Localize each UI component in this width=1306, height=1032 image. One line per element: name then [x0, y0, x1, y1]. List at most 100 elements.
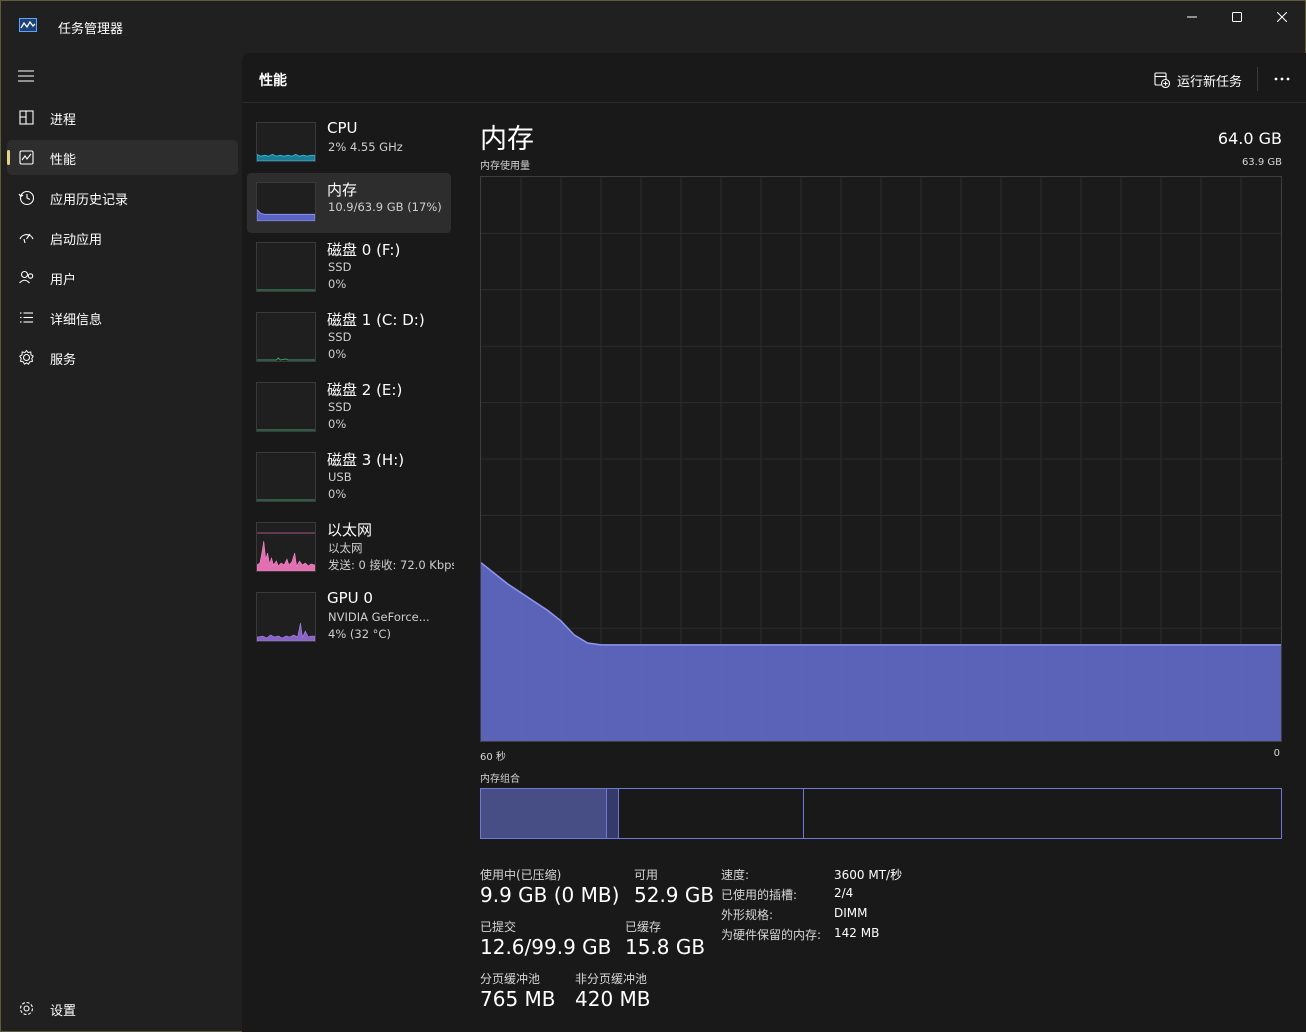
- close-button[interactable]: [1259, 1, 1305, 33]
- disk-2-thumbnail-graph: [256, 382, 316, 432]
- device-name: 磁盘 2 (E:): [327, 381, 403, 399]
- in-use-value: 9.9 GB (0 MB): [480, 883, 620, 907]
- nav-item-app-history[interactable]: 应用历史记录: [7, 180, 238, 215]
- device-subtext: 0%: [328, 347, 347, 361]
- device-subtext: 2% 4.55 GHz: [328, 140, 403, 154]
- nav-item-services[interactable]: 服务: [7, 340, 238, 375]
- memory-usage-max: 63.9 GB: [1241, 157, 1282, 168]
- app-title: 任务管理器: [58, 22, 124, 37]
- run-new-task-icon: [1154, 72, 1170, 88]
- run-new-task-label: 运行新任务: [1176, 74, 1242, 90]
- nav-item-performance[interactable]: 性能: [7, 140, 238, 175]
- page-header: 性能 运行新任务: [242, 53, 1306, 103]
- property-value: 3600 MT/秒: [834, 868, 903, 882]
- nav-item-users[interactable]: 用户: [7, 260, 238, 295]
- device-subtext: 0%: [328, 277, 347, 291]
- nav-item-label: 性能: [50, 153, 77, 168]
- memory-composition-label: 内存组合: [480, 774, 520, 785]
- device-name: 磁盘 1 (C: D:): [327, 311, 425, 329]
- minimize-icon: [1187, 16, 1197, 18]
- services-icon: [19, 349, 34, 365]
- maximize-icon: [1232, 12, 1242, 22]
- header-divider: [1257, 67, 1258, 91]
- main-panel: 性能 运行新任务 CPU 2% 4.55 GHz 内存 10.9/63.9 GB…: [242, 53, 1306, 1032]
- task-manager-app-icon: [19, 18, 37, 32]
- device-name: 内存: [327, 181, 358, 199]
- device-item-disk-3[interactable]: 磁盘 3 (H:) USB 0%: [247, 443, 451, 513]
- property-value: 2/4: [834, 886, 854, 900]
- property-value: DIMM: [834, 906, 868, 920]
- property-value: 142 MB: [834, 926, 880, 940]
- composition-segment-in-use[interactable]: [481, 789, 607, 838]
- ethernet-thumbnail-graph: [256, 522, 316, 572]
- device-subtext: SSD: [328, 260, 352, 274]
- property-label: 已使用的插槽:: [721, 888, 798, 902]
- nav-item-details[interactable]: 详细信息: [7, 300, 238, 335]
- memory-usage-label: 内存使用量: [480, 161, 530, 172]
- property-label: 外形规格:: [721, 908, 774, 922]
- memory-thumbnail-graph: [256, 182, 316, 222]
- title-bar[interactable]: 任务管理器: [1, 1, 1305, 53]
- composition-segment-standby[interactable]: [619, 789, 805, 838]
- device-name: CPU: [327, 119, 358, 137]
- device-subtext: SSD: [328, 400, 352, 414]
- performance-icon: [19, 150, 34, 165]
- nav-item-settings[interactable]: 设置: [7, 991, 238, 1026]
- page-title: 性能: [259, 73, 287, 89]
- device-subtext: SSD: [328, 330, 352, 344]
- paged-pool-value: 765 MB: [480, 987, 556, 1011]
- device-subtext: 4% (32 °C): [328, 627, 391, 641]
- nonpaged-pool-label: 非分页缓冲池: [575, 972, 648, 986]
- nav-item-startup-apps[interactable]: 启动应用: [7, 220, 238, 255]
- hamburger-menu-icon[interactable]: [17, 69, 35, 83]
- app-history-icon: [18, 190, 35, 206]
- more-options-icon[interactable]: [1272, 69, 1292, 89]
- device-item-disk-0[interactable]: 磁盘 0 (F:) SSD 0%: [247, 233, 451, 303]
- disk-1-thumbnail-graph: [256, 312, 316, 362]
- cpu-thumbnail-graph: [256, 122, 316, 162]
- nonpaged-pool-value: 420 MB: [575, 987, 651, 1011]
- property-label: 速度:: [721, 868, 750, 882]
- minimize-button[interactable]: [1169, 1, 1215, 33]
- device-subtext: 0%: [328, 417, 347, 431]
- settings-gear-icon: [19, 1001, 34, 1016]
- task-manager-window: 任务管理器 进程 性能 应用历史记录 启动应用 用户 详细信息 服务 设置 性能…: [0, 0, 1306, 1032]
- composition-segment-modified[interactable]: [606, 789, 619, 838]
- available-value: 52.9 GB: [634, 883, 715, 907]
- device-subtext: 10.9/63.9 GB (17%): [328, 200, 442, 214]
- device-subtext: NVIDIA GeForce...: [328, 610, 430, 624]
- run-new-task-button[interactable]: 运行新任务: [1154, 70, 1242, 90]
- nav-item-label: 应用历史记录: [50, 193, 129, 208]
- device-name: 磁盘 3 (H:): [327, 451, 405, 469]
- memory-usage-graph: [480, 176, 1282, 742]
- maximize-button[interactable]: [1214, 1, 1260, 33]
- processes-icon: [19, 110, 34, 125]
- active-indicator: [7, 150, 10, 165]
- nav-item-label: 启动应用: [50, 233, 103, 248]
- device-item-disk-1[interactable]: 磁盘 1 (C: D:) SSD 0%: [247, 303, 451, 373]
- available-label: 可用: [634, 868, 659, 882]
- property-label: 为硬件保留的内存:: [721, 928, 822, 942]
- paged-pool-label: 分页缓冲池: [480, 972, 541, 986]
- users-icon: [19, 270, 34, 284]
- details-icon: [20, 312, 33, 323]
- device-item-ethernet[interactable]: 以太网 以太网 发送: 0 接收: 72.0 Kbps: [247, 513, 454, 583]
- total-memory: 64.0 GB: [1217, 129, 1282, 148]
- device-item-cpu[interactable]: CPU 2% 4.55 GHz: [247, 113, 451, 173]
- device-item-memory[interactable]: 内存 10.9/63.9 GB (17%): [247, 173, 451, 233]
- memory-composition-bar: [480, 788, 1282, 839]
- device-item-disk-2[interactable]: 磁盘 2 (E:) SSD 0%: [247, 373, 451, 443]
- device-subtext: 以太网: [328, 541, 363, 555]
- device-subtext: 发送: 0 接收: 72.0 Kbps: [328, 558, 454, 572]
- device-name: GPU 0: [327, 589, 373, 607]
- startup-apps-icon: [19, 233, 34, 244]
- nav-item-processes[interactable]: 进程: [7, 100, 238, 135]
- in-use-label: 使用中(已压缩): [480, 868, 562, 882]
- committed-value: 12.6/99.9 GB: [480, 935, 612, 959]
- composition-segment-free[interactable]: [804, 789, 1281, 838]
- graph-time-right: 0: [1273, 748, 1280, 759]
- nav-item-label: 详细信息: [50, 313, 103, 328]
- device-subtext: USB: [328, 470, 352, 484]
- device-item-gpu-0[interactable]: GPU 0 NVIDIA GeForce... 4% (32 °C): [247, 583, 451, 653]
- navigation-pane: 进程 性能 应用历史记录 启动应用 用户 详细信息 服务 设置: [1, 53, 242, 1032]
